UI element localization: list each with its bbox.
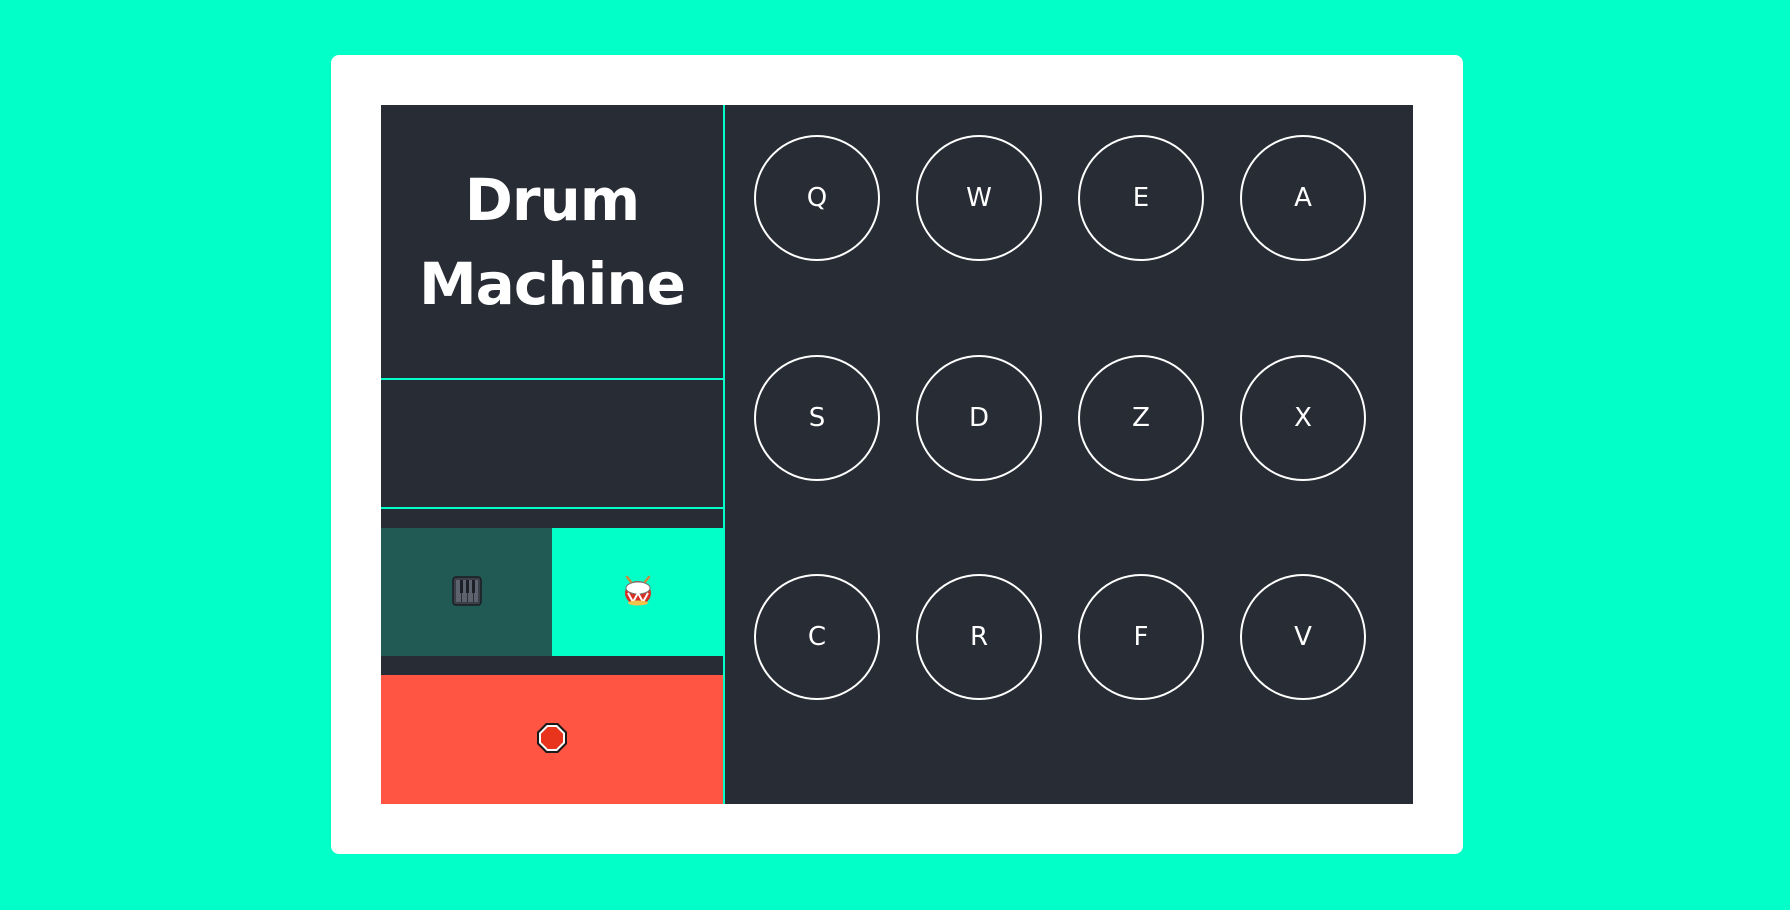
drum-pad-s[interactable]: S (754, 355, 880, 481)
drum-machine: Drum Machine Q W E A S D Z X C R F V (381, 105, 1413, 804)
pad-key-label: D (968, 403, 990, 433)
drum-pad-x[interactable]: X (1240, 355, 1366, 481)
pad-key-label: C (807, 622, 827, 652)
pad-key-label: Q (806, 183, 828, 213)
pad-key-label: W (966, 183, 992, 213)
drum-pad-r[interactable]: R (916, 574, 1042, 700)
drum-pad-w[interactable]: W (916, 135, 1042, 261)
pad-key-label: S (808, 403, 826, 433)
drum-pad-grid: Q W E A S D Z X C R F V (725, 105, 1413, 804)
title-box: Drum Machine (381, 105, 723, 380)
drum-icon (623, 575, 653, 610)
drum-pad-z[interactable]: Z (1078, 355, 1204, 481)
drum-pad-f[interactable]: F (1078, 574, 1204, 700)
pad-key-label: R (969, 622, 989, 652)
drum-pad-d[interactable]: D (916, 355, 1042, 481)
drum-pad-v[interactable]: V (1240, 574, 1366, 700)
pad-key-label: E (1132, 183, 1150, 213)
piano-mode-button[interactable] (381, 528, 552, 656)
pad-key-label: A (1294, 183, 1312, 213)
page-title: Drum Machine (418, 165, 686, 318)
sound-display (381, 380, 723, 509)
drum-mode-button[interactable] (552, 528, 723, 656)
drum-pad-e[interactable]: E (1078, 135, 1204, 261)
control-panel: Drum Machine (381, 105, 725, 804)
pad-key-label: F (1133, 622, 1149, 652)
pad-key-label: X (1294, 403, 1312, 433)
drum-pad-q[interactable]: Q (754, 135, 880, 261)
stop-button[interactable] (381, 675, 723, 804)
drum-pad-a[interactable]: A (1240, 135, 1366, 261)
piano-keys-icon (451, 575, 482, 609)
drum-machine-card: Drum Machine Q W E A S D Z X C R F V (331, 55, 1463, 854)
pad-key-label: Z (1132, 403, 1150, 433)
drum-pad-c[interactable]: C (754, 574, 880, 700)
stop-sign-icon (536, 722, 568, 757)
pad-key-label: V (1294, 622, 1312, 652)
